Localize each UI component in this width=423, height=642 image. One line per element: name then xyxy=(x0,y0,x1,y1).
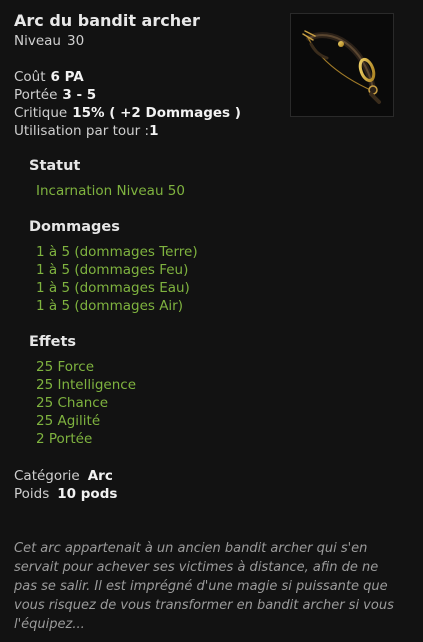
weight-label: Poids xyxy=(14,486,50,502)
range-label: Portée xyxy=(14,87,58,103)
damage-line: 1 à 5 (dommages Feu) xyxy=(36,262,189,278)
category-row: Catégorie Arc xyxy=(14,467,117,485)
item-info: Catégorie Arc Poids 10 pods xyxy=(14,467,117,503)
statut-line: Incarnation Niveau 50 xyxy=(36,183,185,199)
statut-list: Incarnation Niveau 50 xyxy=(36,182,185,200)
effect-line: 25 Intelligence xyxy=(36,377,137,393)
crit-label: Critique xyxy=(14,105,68,121)
effect-line: 25 Force xyxy=(36,359,94,375)
weight-value: 10 pods xyxy=(57,486,118,502)
cost-label: Coût xyxy=(14,69,46,85)
range-row: Portée 3 - 5 xyxy=(14,86,241,104)
effets-title: Effets xyxy=(29,334,77,350)
effect-line: 2 Portée xyxy=(36,431,93,447)
uses-label: Utilisation par tour : xyxy=(14,123,150,139)
item-tooltip: Arc du bandit archer Niveau 30 Coût 6 PA P… xyxy=(0,0,423,642)
cost-value: 6 PA xyxy=(50,69,84,85)
cost-row: Coût 6 PA xyxy=(14,68,241,86)
weight-row: Poids 10 pods xyxy=(14,485,117,503)
uses-value: 1 xyxy=(149,123,159,139)
uses-row: Utilisation par tour :1 xyxy=(14,122,241,140)
range-value: 3 - 5 xyxy=(62,87,97,103)
item-stats: Coût 6 PA Portée 3 - 5 Critique 15% ( +2 Do… xyxy=(14,68,241,140)
level-value: 30 xyxy=(66,33,85,49)
statut-title: Statut xyxy=(29,158,81,174)
damage-line: 1 à 5 (dommages Air) xyxy=(36,298,183,314)
item-level: Niveau 30 xyxy=(14,33,84,49)
crit-value: 15% ( +2 Dommages ) xyxy=(72,105,241,121)
damage-line: 1 à 5 (dommages Eau) xyxy=(36,280,190,296)
dommages-list: 1 à 5 (dommages Terre) 1 à 5 (dommages F… xyxy=(36,243,198,315)
bow-icon xyxy=(302,30,381,104)
category-label: Catégorie xyxy=(14,468,80,484)
level-label: Niveau xyxy=(14,33,61,49)
item-image-frame xyxy=(290,13,394,117)
category-value: Arc xyxy=(87,468,113,484)
crit-row: Critique 15% ( +2 Dommages ) xyxy=(14,104,241,122)
effets-list: 25 Force 25 Intelligence 25 Chance 25 Ag… xyxy=(36,358,136,448)
damage-line: 1 à 5 (dommages Terre) xyxy=(36,244,198,260)
effect-line: 25 Chance xyxy=(36,395,109,411)
item-description: Cet arc appartenait à un ancien bandit a… xyxy=(14,541,394,632)
effect-line: 25 Agilité xyxy=(36,413,101,429)
item-name: Arc du bandit archer xyxy=(14,11,200,30)
dommages-title: Dommages xyxy=(29,219,120,235)
